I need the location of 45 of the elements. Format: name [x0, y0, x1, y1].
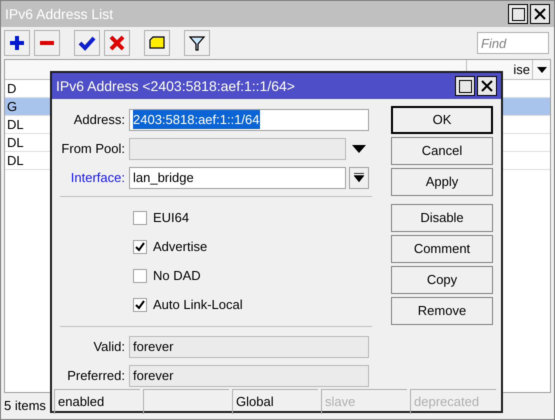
dropdown-icon[interactable] [349, 166, 369, 188]
info-field: forever [129, 336, 369, 358]
checkbox-label: Advertise [153, 238, 208, 256]
checkbox[interactable] [133, 240, 147, 254]
field-label: Preferred: [66, 366, 126, 385]
pool-field[interactable] [129, 138, 346, 160]
note-icon[interactable] [144, 30, 170, 56]
dialog-button[interactable]: Comment [391, 235, 493, 263]
dialog-button[interactable]: OK [391, 106, 493, 134]
close-icon[interactable] [477, 76, 497, 96]
dialog-button[interactable]: Disable [391, 204, 493, 232]
field-label: Valid: [92, 338, 126, 356]
status-cell: enabled [54, 389, 140, 414]
checkbox-label: EUI64 [153, 208, 190, 227]
check-icon[interactable] [74, 30, 100, 56]
dialog-button[interactable]: Remove [391, 297, 493, 325]
window-title: IPv6 Address List [5, 4, 114, 24]
checkbox[interactable] [133, 210, 147, 224]
dialog-button[interactable]: Copy [391, 266, 493, 294]
close-icon[interactable] [530, 4, 550, 24]
status-cell: slave [321, 389, 407, 414]
find-field[interactable]: Find [477, 32, 549, 54]
plus-icon[interactable] [4, 30, 30, 56]
dialog-button[interactable]: Cancel [391, 137, 493, 165]
field-label: From Pool: [60, 140, 126, 158]
field-label: Address: [72, 110, 126, 129]
minus-icon[interactable] [34, 30, 60, 56]
address-field[interactable]: 2403:5818:aef:1::1/64 [129, 108, 369, 130]
maximize-icon[interactable] [455, 76, 475, 96]
status-cell: Global [232, 389, 318, 414]
info-field: forever [129, 364, 369, 386]
filter-icon[interactable] [184, 30, 210, 56]
field-label: Interface: [70, 168, 126, 187]
item-count: 5 items [4, 397, 46, 416]
x-icon[interactable] [104, 30, 130, 56]
interface-field[interactable]: lan_bridge [129, 166, 346, 188]
dialog-title: IPv6 Address <2403:5818:aef:1::1/64> [56, 76, 295, 96]
checkbox-label: Auto Link-Local [153, 296, 243, 314]
checkbox[interactable] [133, 298, 147, 312]
dialog-button[interactable]: Apply [391, 168, 493, 196]
checkbox[interactable] [133, 268, 147, 282]
status-cell: deprecated [410, 389, 496, 414]
checkbox-label: No DAD [153, 266, 201, 285]
caret-icon[interactable] [532, 60, 550, 79]
maximize-icon[interactable] [508, 4, 528, 24]
